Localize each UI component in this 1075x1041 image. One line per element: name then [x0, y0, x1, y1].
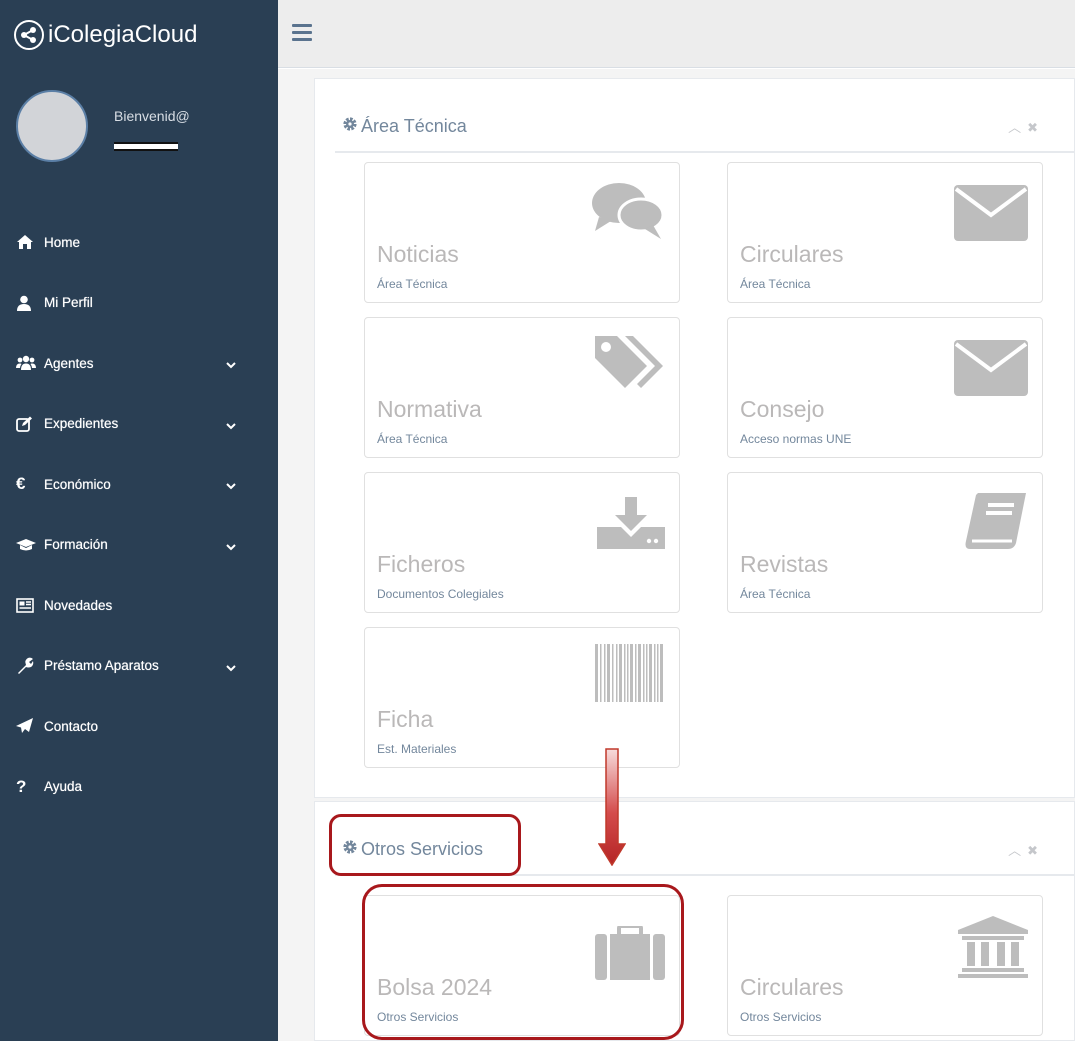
- tile-title: Noticias: [377, 241, 459, 267]
- sidebar-item-home[interactable]: Home: [0, 212, 278, 273]
- barcode-icon: [595, 644, 665, 707]
- chevron-down-icon: [226, 540, 236, 551]
- avatar: [16, 90, 88, 162]
- chevron-down-icon: [226, 358, 236, 369]
- sidebar-item-label: Contacto: [44, 718, 99, 734]
- sidebar-item-economico[interactable]: € Económico: [0, 454, 278, 515]
- tile-ficheros[interactable]: Ficheros Documentos Colegiales: [364, 472, 680, 613]
- user-icon: [16, 294, 38, 312]
- graduation-cap-icon: [16, 536, 38, 554]
- sidebar-item-label: Home: [44, 234, 81, 250]
- sidebar-item-mi-perfil[interactable]: Mi Perfil: [0, 273, 278, 334]
- welcome-text: Bienvenid@: [114, 108, 190, 124]
- tile-consejo[interactable]: Consejo Acceso normas UNE: [727, 317, 1043, 458]
- tile-title: Revistas: [740, 551, 829, 577]
- collapse-icon[interactable]: ︿: [1008, 120, 1027, 135]
- brand[interactable]: iColegiaCloud: [0, 0, 278, 70]
- chevron-down-icon: [226, 479, 236, 490]
- chevron-down-icon: [226, 661, 236, 672]
- tile-title: Consejo: [740, 396, 825, 422]
- question-icon: ?: [16, 776, 27, 796]
- close-icon[interactable]: ✖: [1027, 120, 1044, 135]
- comments-icon: [591, 181, 665, 248]
- profile: Bienvenid@: [16, 90, 266, 170]
- sidebar-item-contacto[interactable]: Contacto: [0, 696, 278, 757]
- tile-title: Normativa: [377, 396, 482, 422]
- tile-normativa[interactable]: Normativa Área Técnica: [364, 317, 680, 458]
- tile-subtitle: Acceso normas UNE: [740, 432, 852, 446]
- tile-subtitle: Otros Servicios: [740, 1010, 822, 1024]
- panel-header: Área Técnica ︿✖: [335, 79, 1074, 153]
- sidebar-item-expedientes[interactable]: Expedientes: [0, 394, 278, 455]
- tile-subtitle: Área Técnica: [377, 277, 448, 291]
- share-icon: [14, 20, 44, 50]
- panel-title: Área Técnica: [341, 115, 467, 138]
- tile-title: Circulares: [740, 241, 844, 267]
- institution-icon: [958, 916, 1028, 983]
- sidebar-item-label: Económico: [44, 476, 111, 492]
- envelope-icon: [954, 185, 1028, 246]
- sidebar: iColegiaCloud Bienvenid@ Home Mi Perfil …: [0, 0, 278, 1041]
- sidebar-item-label: Novedades: [44, 597, 113, 613]
- tile-subtitle: Área Técnica: [740, 277, 811, 291]
- gear-icon: [341, 115, 359, 138]
- paper-plane-icon: [16, 717, 38, 735]
- euro-icon: €: [16, 474, 26, 494]
- tile-subtitle: Documentos Colegiales: [377, 587, 504, 601]
- redacted-username: [114, 142, 178, 151]
- sidebar-item-prestamo-aparatos[interactable]: Préstamo Aparatos: [0, 636, 278, 697]
- tags-icon: [593, 334, 665, 399]
- sidebar-item-label: Préstamo Aparatos: [44, 658, 159, 674]
- envelope-icon: [954, 340, 1028, 401]
- sidebar-item-label: Formación: [44, 537, 108, 553]
- tile-title: Ficha: [377, 706, 434, 732]
- tile-noticias[interactable]: Noticias Área Técnica: [364, 162, 680, 303]
- tile-ficha[interactable]: Ficha Est. Materiales: [364, 627, 680, 768]
- highlight-otros-servicios: [329, 814, 521, 876]
- top-navbar: [278, 0, 1075, 68]
- tile-revistas[interactable]: Revistas Área Técnica: [727, 472, 1043, 613]
- sidebar-item-label: Mi Perfil: [44, 295, 93, 311]
- newspaper-icon: [16, 596, 38, 614]
- close-icon[interactable]: ✖: [1027, 843, 1044, 858]
- sidebar-item-agentes[interactable]: Agentes: [0, 333, 278, 394]
- sidebar-item-formacion[interactable]: Formación: [0, 515, 278, 576]
- chevron-down-icon: [226, 419, 236, 430]
- tile-circulares[interactable]: Circulares Área Técnica: [727, 162, 1043, 303]
- users-icon: [16, 354, 38, 372]
- tile-subtitle: Est. Materiales: [377, 742, 457, 756]
- collapse-icon[interactable]: ︿: [1008, 843, 1027, 858]
- book-icon: [964, 491, 1028, 558]
- menu-toggle-icon[interactable]: [292, 24, 312, 42]
- tile-circulares-otros[interactable]: Circulares Otros Servicios: [727, 895, 1043, 1036]
- home-icon: [16, 233, 38, 251]
- panel-tools: ︿✖: [1008, 840, 1044, 859]
- sidebar-item-label: Expedientes: [44, 416, 119, 432]
- highlight-bolsa-tile: [362, 884, 684, 1040]
- edit-icon: [16, 415, 38, 433]
- sidebar-item-label: Ayuda: [44, 779, 83, 795]
- app-title: iColegiaCloud: [48, 21, 198, 48]
- download-icon: [597, 497, 665, 554]
- sidebar-menu: Home Mi Perfil Agentes Expedientes € Eco…: [0, 212, 278, 817]
- sidebar-item-ayuda[interactable]: ? Ayuda: [0, 757, 278, 818]
- tile-subtitle: Área Técnica: [740, 587, 811, 601]
- tile-title: Circulares: [740, 974, 844, 1000]
- sidebar-item-label: Agentes: [44, 355, 94, 371]
- wrench-icon: [16, 657, 38, 675]
- panel-tools: ︿✖: [1008, 117, 1044, 136]
- tile-title: Ficheros: [377, 551, 466, 577]
- annotation-arrow: [597, 748, 627, 871]
- sidebar-item-novedades[interactable]: Novedades: [0, 575, 278, 636]
- tile-subtitle: Área Técnica: [377, 432, 448, 446]
